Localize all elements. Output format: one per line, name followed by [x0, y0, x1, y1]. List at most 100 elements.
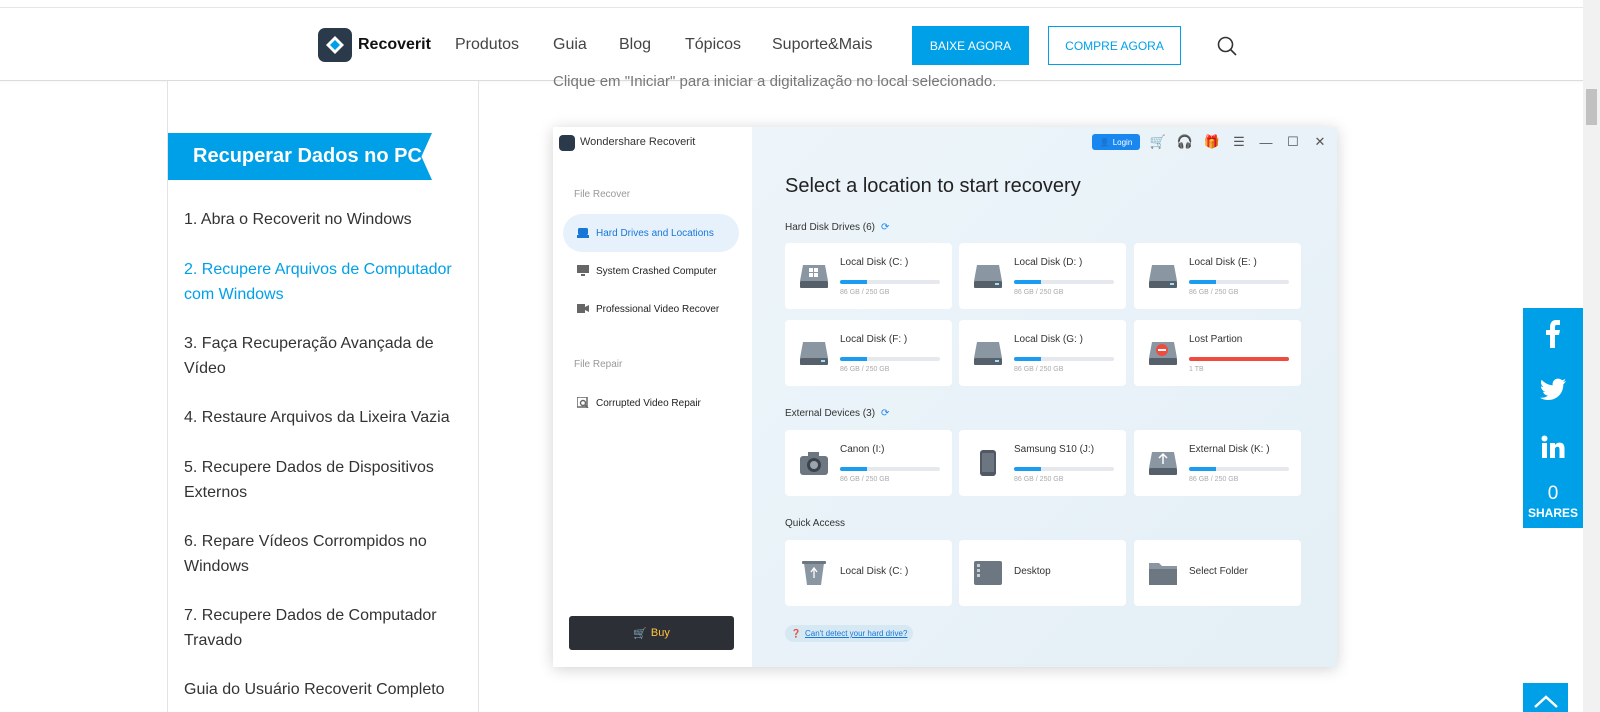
card-size: 86 GB / 250 GB: [1014, 289, 1064, 296]
drive-card[interactable]: Local Disk (D: ) 86 GB / 250 GB: [959, 243, 1126, 309]
drive-card[interactable]: Local Disk (E: ) 86 GB / 250 GB: [1134, 243, 1301, 309]
card-name: Lost Partion: [1189, 334, 1243, 345]
external-device-card[interactable]: Samsung S10 (J:) 86 GB / 250 GB: [959, 430, 1126, 496]
scrollbar[interactable]: [1583, 0, 1600, 712]
app-nav-system-crashed[interactable]: System Crashed Computer: [563, 252, 739, 290]
drive-card[interactable]: Local Disk (G: ) 86 GB / 250 GB: [959, 320, 1126, 386]
section-file-repair: File Repair: [574, 359, 623, 370]
usage-bar: [1189, 357, 1289, 361]
search-icon[interactable]: [1216, 35, 1238, 57]
app-nav-label: Corrupted Video Repair: [596, 397, 701, 409]
nav-produtos[interactable]: Produtos: [455, 36, 519, 54]
usage-bar: [1014, 280, 1114, 284]
quick-access-card[interactable]: Select Folder: [1134, 540, 1301, 606]
toc-sidebar: Recuperar Dados no PC 1. Abra o Recoveri…: [167, 81, 479, 712]
share-count: 0: [1547, 483, 1559, 504]
menu-icon[interactable]: ☰: [1230, 133, 1248, 151]
buy-now-button[interactable]: COMPRE AGORA: [1048, 26, 1181, 65]
quick-access-title: Quick Access: [785, 518, 846, 529]
card-name: Samsung S10 (J:): [1014, 444, 1095, 455]
nav-blog[interactable]: Blog: [619, 36, 651, 54]
page: Recoverit Produtos Guia Blog Tópicos Sup…: [0, 0, 1600, 712]
site-header: Recoverit Produtos Guia Blog Tópicos Sup…: [0, 8, 1583, 81]
cant-detect-label: Can't detect your hard drive?: [804, 629, 908, 638]
download-button[interactable]: BAIXE AGORA: [912, 26, 1029, 65]
video-icon: [577, 304, 589, 313]
hard-drive-icon: [973, 340, 1003, 366]
app-buy-label: Buy: [650, 627, 670, 639]
gift-icon[interactable]: 🎁: [1203, 133, 1221, 151]
usage-bar: [1189, 280, 1289, 284]
app-nav-label: Professional Video Recover: [596, 303, 720, 315]
maximize-icon[interactable]: ☐: [1284, 133, 1302, 151]
hard-disk-group: Hard Disk Drives (6) ⟳: [785, 222, 889, 233]
toc-item-4[interactable]: 4. Restaure Arquivos da Lixeira Vazia: [184, 405, 466, 430]
monitor-icon: [577, 265, 589, 276]
recycle-bin-icon: [799, 560, 829, 586]
card-size: 86 GB / 250 GB: [840, 476, 890, 483]
app-nav-hard-drives[interactable]: Hard Drives and Locations: [563, 214, 739, 252]
nav-suporte[interactable]: Suporte&Mais: [772, 36, 873, 54]
linkedin-icon[interactable]: [1523, 435, 1583, 459]
drive-card[interactable]: Local Disk (F: ) 86 GB / 250 GB: [785, 320, 952, 386]
cart-icon[interactable]: 🛒: [1149, 133, 1167, 151]
toc-item-6[interactable]: 6. Repare Vídeos Corrompidos no Windows: [184, 529, 466, 579]
app-title: Wondershare Recoverit: [580, 136, 696, 148]
share-widget: 0 SHARES: [1523, 308, 1583, 528]
card-name: Local Disk (C: ): [840, 566, 909, 577]
card-size: 86 GB / 250 GB: [1189, 289, 1239, 296]
toc-item-7[interactable]: 7. Recupere Dados de Computador Travado: [184, 603, 466, 653]
drive-icon: [577, 228, 589, 238]
app-buy-button[interactable]: 🛒 Buy: [569, 616, 734, 650]
toc-item-2[interactable]: 2. Recupere Arquivos de Computador com W…: [184, 257, 466, 307]
recoverit-logo-icon[interactable]: [318, 28, 352, 62]
external-device-card[interactable]: Canon (I:) 86 GB / 250 GB: [785, 430, 952, 496]
usage-bar: [840, 467, 940, 471]
app-sidebar: Wondershare Recoverit File Recover Hard …: [553, 127, 752, 667]
usage-bar: [1189, 467, 1289, 471]
nav-topicos[interactable]: Tópicos: [685, 36, 741, 54]
user-icon: 👤: [1099, 137, 1110, 147]
desktop-icon: [973, 560, 1003, 586]
hard-drive-icon: [1148, 263, 1178, 289]
close-icon[interactable]: ✕: [1311, 133, 1329, 151]
drive-card[interactable]: Local Disk (C: ) 86 GB / 250 GB: [785, 243, 952, 309]
app-main: 👤 Login 🛒 🎧 🎁 ☰ — ☐ ✕ Select a location …: [752, 127, 1337, 667]
usage-fill: [840, 280, 867, 284]
minimize-icon[interactable]: —: [1257, 133, 1275, 151]
phone-icon: [973, 450, 1003, 476]
toc-item-guide[interactable]: Guia do Usuário Recoverit Completo: [184, 677, 466, 702]
scrollbar-thumb[interactable]: [1586, 89, 1597, 125]
app-login-label: Login: [1112, 137, 1133, 147]
drive-card[interactable]: Lost Partion 1 TB: [1134, 320, 1301, 386]
external-device-card[interactable]: External Disk (K: ) 86 GB / 250 GB: [1134, 430, 1301, 496]
toc-title: Recuperar Dados no PC: [168, 133, 432, 180]
app-logo-icon: [559, 135, 575, 151]
brand-name[interactable]: Recoverit: [358, 36, 431, 54]
toc-item-3[interactable]: 3. Faça Recuperação Avançada de Vídeo: [184, 331, 466, 381]
twitter-icon[interactable]: [1523, 378, 1583, 400]
card-size: 86 GB / 250 GB: [1014, 366, 1064, 373]
windows-drive-icon: [799, 263, 829, 289]
cant-detect-link[interactable]: ❓ Can't detect your hard drive?: [785, 625, 914, 642]
folder-icon: [1148, 560, 1178, 586]
hard-disk-group-title: Hard Disk Drives (6): [785, 222, 876, 233]
app-nav-video-repair[interactable]: Corrupted Video Repair: [563, 384, 739, 422]
app-login-button[interactable]: 👤 Login: [1092, 134, 1140, 150]
app-nav-video-recover[interactable]: Professional Video Recover: [563, 290, 739, 328]
toc-item-1[interactable]: 1. Abra o Recoverit no Windows: [184, 207, 466, 232]
refresh-icon[interactable]: ⟳: [881, 408, 889, 419]
hard-drive-icon: [973, 263, 1003, 289]
card-name: Local Disk (E: ): [1189, 257, 1257, 268]
facebook-icon[interactable]: [1523, 320, 1583, 348]
quick-access-card[interactable]: Local Disk (C: ): [785, 540, 952, 606]
headset-icon[interactable]: 🎧: [1176, 133, 1194, 151]
refresh-icon[interactable]: ⟳: [881, 222, 889, 233]
back-to-top-button[interactable]: [1523, 683, 1568, 712]
toc-item-5[interactable]: 5. Recupere Dados de Dispositivos Extern…: [184, 455, 466, 505]
usage-bar: [840, 357, 940, 361]
nav-guia[interactable]: Guia: [553, 36, 587, 54]
section-file-recover: File Recover: [574, 189, 631, 200]
quick-access-card[interactable]: Desktop: [959, 540, 1126, 606]
card-name: Local Disk (D: ): [1014, 257, 1083, 268]
